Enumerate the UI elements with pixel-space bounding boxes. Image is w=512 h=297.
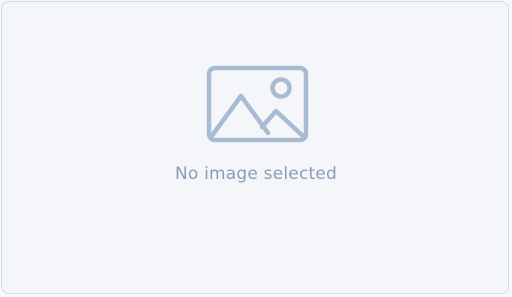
empty-state-message: No image selected	[174, 164, 338, 184]
image-icon	[206, 65, 309, 143]
image-placeholder[interactable]: No image selected	[1, 1, 509, 294]
